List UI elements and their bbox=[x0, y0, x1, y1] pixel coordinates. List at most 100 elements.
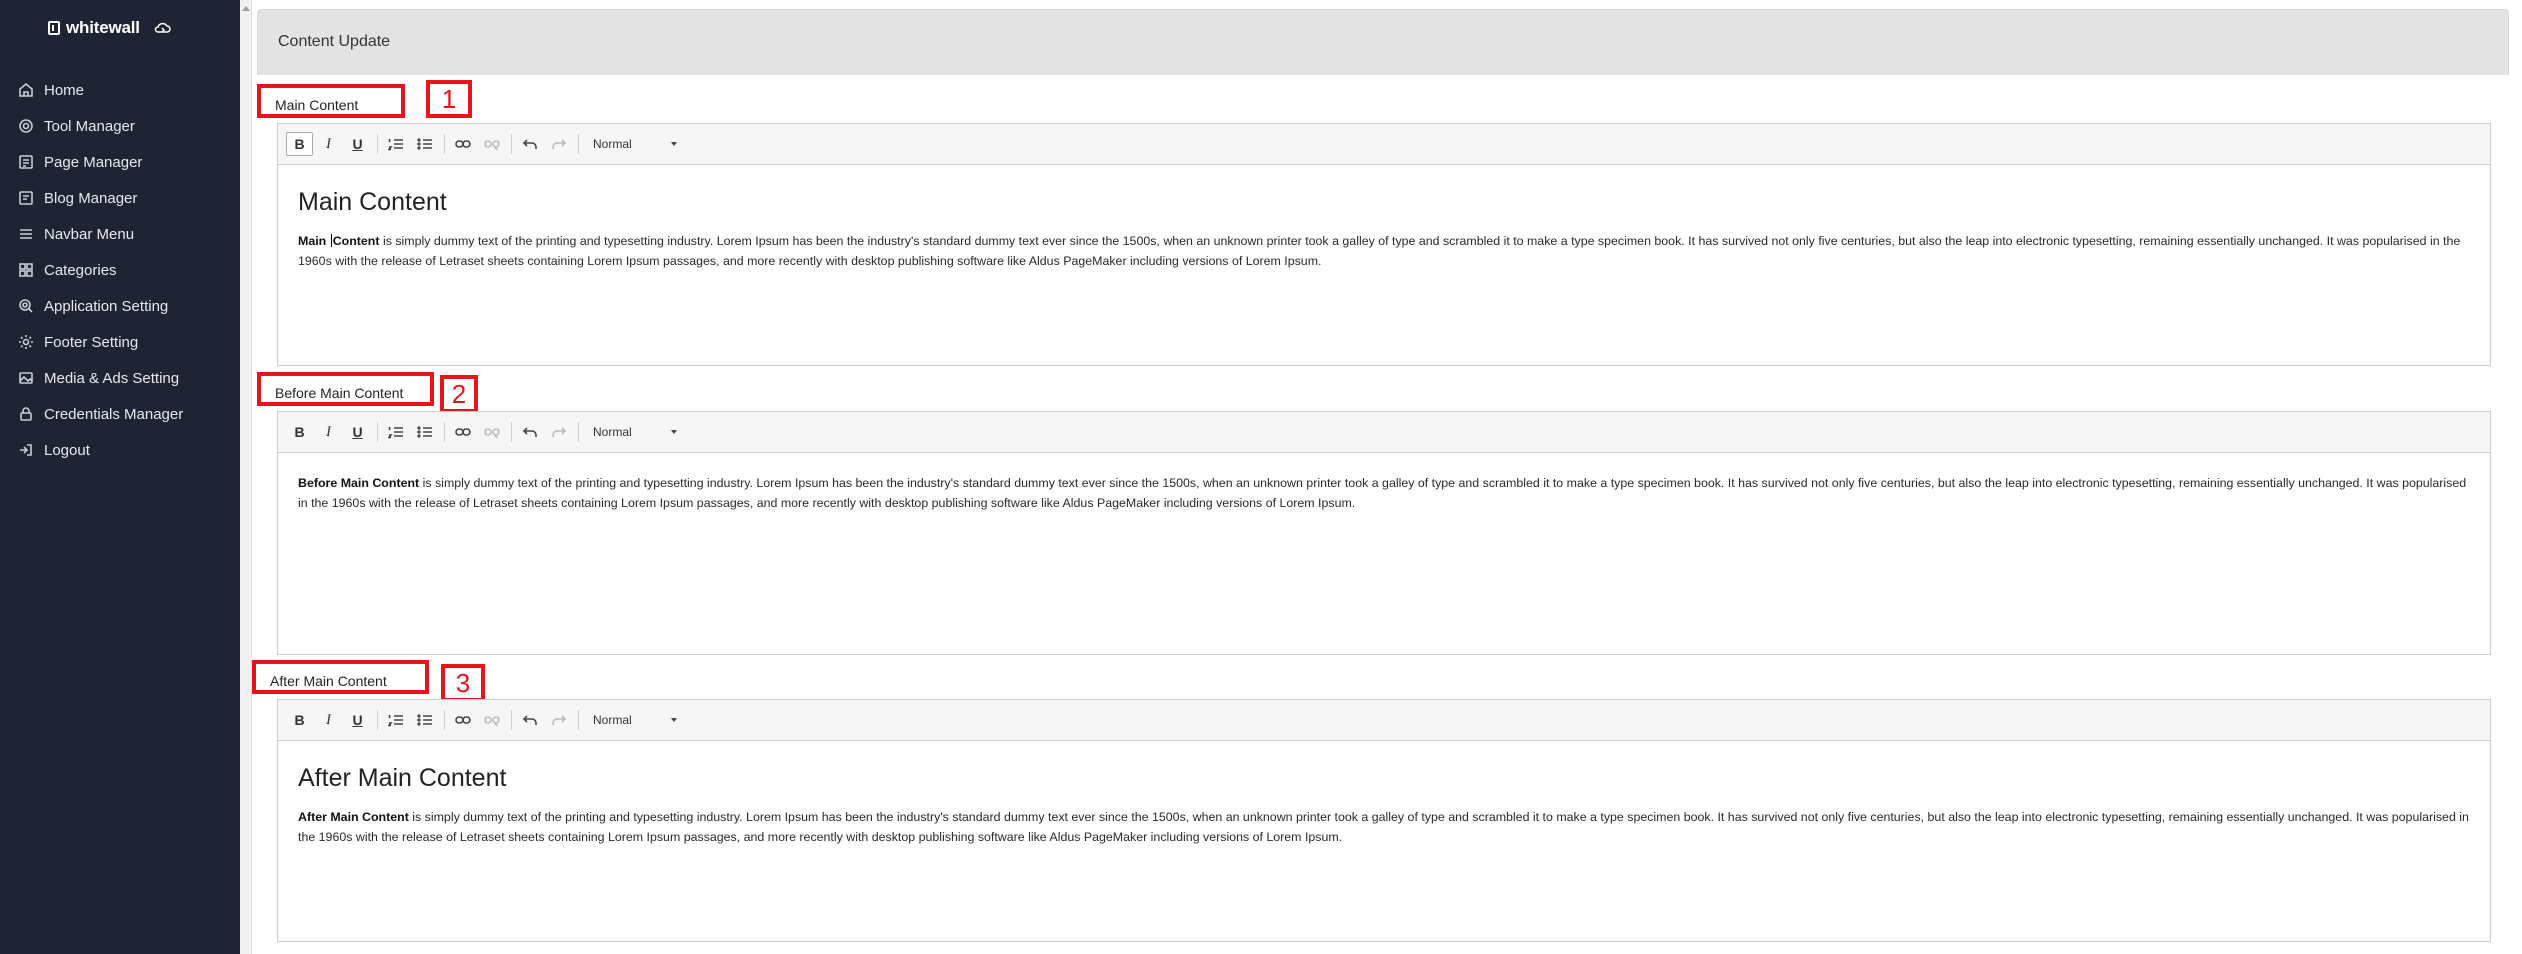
unlink-icon[interactable] bbox=[478, 708, 505, 732]
sidebar-item-label: Footer Setting bbox=[44, 333, 139, 351]
italic-button[interactable]: I bbox=[315, 708, 342, 732]
sidebar-item-page-manager[interactable]: Page Manager bbox=[0, 144, 240, 180]
main-content: Content Update Main Content 1 B I U Norm… bbox=[252, 0, 2522, 954]
sidebar-item-credentials-manager[interactable]: Credentials Manager bbox=[0, 396, 240, 432]
editor-toolbar: B I U Normal bbox=[278, 124, 2490, 165]
bold-lead-text: After Main Content bbox=[298, 810, 409, 824]
undo-icon[interactable] bbox=[516, 420, 543, 444]
gear-icon bbox=[17, 117, 35, 135]
redo-icon[interactable] bbox=[545, 132, 572, 156]
toolbar-divider bbox=[578, 710, 579, 730]
sidebar-item-categories[interactable]: Categories bbox=[0, 252, 240, 288]
scrollbar[interactable] bbox=[240, 0, 252, 954]
format-select[interactable]: Normal bbox=[591, 708, 681, 732]
chevron-down-icon bbox=[671, 430, 677, 434]
toolbar-divider bbox=[377, 422, 378, 442]
bold-lead-text: Main bbox=[298, 234, 327, 248]
redo-icon[interactable] bbox=[545, 420, 572, 444]
editor-text-area[interactable]: Before Main Content is simply dummy text… bbox=[278, 453, 2490, 513]
section-label-main-content: Main Content bbox=[257, 84, 405, 118]
media-icon bbox=[17, 369, 35, 387]
bold-button[interactable]: B bbox=[286, 132, 313, 156]
content-paragraph: Before Main Content is simply dummy text… bbox=[298, 473, 2470, 513]
bullet-list-icon[interactable] bbox=[411, 132, 438, 156]
ordered-list-icon[interactable] bbox=[382, 420, 409, 444]
toolbar-divider bbox=[444, 134, 445, 154]
sidebar: whitewall Home Tool Manager Page Manager… bbox=[0, 0, 240, 954]
bold-button[interactable]: B bbox=[286, 420, 313, 444]
card-header: Content Update bbox=[257, 9, 2509, 75]
toolbar-divider bbox=[444, 422, 445, 442]
sidebar-item-label: Categories bbox=[44, 261, 117, 279]
link-icon[interactable] bbox=[449, 420, 476, 444]
link-icon[interactable] bbox=[449, 708, 476, 732]
home-icon bbox=[17, 81, 35, 99]
logo[interactable]: whitewall bbox=[48, 18, 172, 38]
sidebar-item-label: Media & Ads Setting bbox=[44, 369, 180, 387]
sidebar-item-label: Home bbox=[44, 81, 85, 99]
annotation-number-1: 1 bbox=[426, 80, 472, 118]
underline-button[interactable]: U bbox=[344, 132, 371, 156]
editor-before-main-content: B I U Normal Before Main Content is simp… bbox=[277, 411, 2491, 655]
sidebar-item-tool-manager[interactable]: Tool Manager bbox=[0, 108, 240, 144]
sidebar-item-application-setting[interactable]: Application Setting bbox=[0, 288, 240, 324]
underline-button[interactable]: U bbox=[344, 708, 371, 732]
format-select-value: Normal bbox=[593, 137, 632, 151]
editor-text-area[interactable]: Main Content Main Content is simply dumm… bbox=[278, 165, 2490, 271]
bold-button[interactable]: B bbox=[286, 708, 313, 732]
undo-icon[interactable] bbox=[516, 708, 543, 732]
body-text: is simply dummy text of the printing and… bbox=[298, 234, 2461, 268]
lock-icon bbox=[17, 405, 35, 423]
bullet-list-icon[interactable] bbox=[411, 708, 438, 732]
sidebar-item-footer-setting[interactable]: Footer Setting bbox=[0, 324, 240, 360]
annotation-number-3: 3 bbox=[441, 664, 485, 702]
editor-toolbar: B I U Normal bbox=[278, 412, 2490, 453]
editor-main-content: B I U Normal Main Content Main Content i… bbox=[277, 123, 2491, 366]
annotation-number-2: 2 bbox=[440, 375, 478, 413]
unlink-icon[interactable] bbox=[478, 132, 505, 156]
chevron-down-icon bbox=[671, 718, 677, 722]
format-select-value: Normal bbox=[593, 713, 632, 727]
italic-button[interactable]: I bbox=[315, 420, 342, 444]
sidebar-item-navbar-menu[interactable]: Navbar Menu bbox=[0, 216, 240, 252]
toolbar-divider bbox=[511, 134, 512, 154]
content-heading: After Main Content bbox=[298, 764, 507, 792]
redo-icon[interactable] bbox=[545, 708, 572, 732]
format-select-value: Normal bbox=[593, 425, 632, 439]
body-text: is simply dummy text of the printing and… bbox=[298, 476, 2467, 510]
toolbar-divider bbox=[444, 710, 445, 730]
format-select[interactable]: Normal bbox=[591, 420, 681, 444]
toolbar-divider bbox=[578, 422, 579, 442]
toolbar-divider bbox=[511, 710, 512, 730]
blog-icon bbox=[17, 189, 35, 207]
toolbar-divider bbox=[578, 134, 579, 154]
sidebar-item-home[interactable]: Home bbox=[0, 72, 240, 108]
undo-icon[interactable] bbox=[516, 132, 543, 156]
sidebar-item-blog-manager[interactable]: Blog Manager bbox=[0, 180, 240, 216]
bullet-list-icon[interactable] bbox=[411, 420, 438, 444]
toolbar-divider bbox=[377, 134, 378, 154]
editor-text-area[interactable]: After Main Content After Main Content is… bbox=[278, 741, 2490, 847]
logout-icon bbox=[17, 441, 35, 459]
logo-text: whitewall bbox=[66, 18, 140, 37]
page-icon bbox=[17, 153, 35, 171]
body-text: is simply dummy text of the printing and… bbox=[298, 810, 2469, 844]
format-select[interactable]: Normal bbox=[591, 132, 681, 156]
sidebar-item-label: Page Manager bbox=[44, 153, 143, 171]
underline-button[interactable]: U bbox=[344, 420, 371, 444]
scroll-up-arrow-icon[interactable] bbox=[242, 6, 250, 11]
sidebar-item-logout[interactable]: Logout bbox=[0, 432, 240, 468]
sidebar-item-label: Navbar Menu bbox=[44, 225, 135, 243]
ordered-list-icon[interactable] bbox=[382, 708, 409, 732]
link-icon[interactable] bbox=[449, 132, 476, 156]
editor-after-main-content: B I U Normal After Main Content After Ma… bbox=[277, 699, 2491, 942]
cloud-sync-icon[interactable] bbox=[154, 20, 172, 36]
ordered-list-icon[interactable] bbox=[382, 132, 409, 156]
page-title: Content Update bbox=[278, 33, 391, 50]
bold-lead-text: Content bbox=[332, 234, 380, 248]
chevron-down-icon bbox=[671, 142, 677, 146]
unlink-icon[interactable] bbox=[478, 420, 505, 444]
sidebar-item-media-ads-setting[interactable]: Media & Ads Setting bbox=[0, 360, 240, 396]
italic-button[interactable]: I bbox=[315, 132, 342, 156]
content-paragraph: Main Content is simply dummy text of the… bbox=[298, 231, 2470, 271]
